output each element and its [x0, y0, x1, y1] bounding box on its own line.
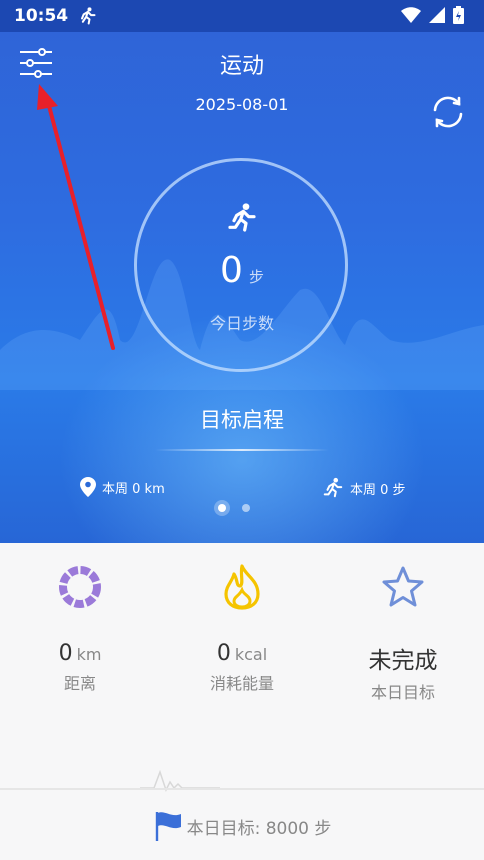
today-steps-unit: 步	[248, 268, 264, 286]
weekly-steps-label: 本周 0 步	[350, 482, 406, 498]
calories-label: 消耗能量	[209, 674, 274, 693]
daily-goal-label: 本日目标	[370, 683, 435, 702]
page-dot-1[interactable]	[214, 500, 230, 516]
flame-icon	[224, 564, 260, 610]
signal-icon	[429, 7, 445, 23]
distance-label: 距离	[63, 674, 96, 693]
goal-start-underline	[155, 449, 329, 451]
footer-goal-text: 本日目标: 8000 步	[186, 818, 332, 839]
stat-calories: 0 kcal 消耗能量	[162, 563, 322, 694]
runner-small-icon	[323, 477, 343, 498]
today-steps-value: 0	[220, 250, 243, 291]
page-dot-2[interactable]	[242, 504, 250, 512]
sync-icon	[433, 96, 463, 128]
weekly-steps: 本周 0 步	[322, 477, 406, 499]
daily-goal-value: 未完成	[368, 648, 438, 674]
footer-daily-goal[interactable]: 本日目标: 8000 步	[0, 810, 484, 842]
calories-value: 0	[216, 641, 231, 666]
footer-divider	[0, 788, 484, 790]
location-pin-icon	[80, 477, 96, 497]
page-indicator	[214, 500, 250, 516]
stats-section: 0 km 距离 0 kcal 消耗能量 未完成 本日目标	[0, 543, 484, 783]
status-runner-icon	[81, 7, 96, 25]
stat-daily-goal: 未完成 本日目标	[323, 563, 483, 703]
status-time: 10:54	[14, 6, 69, 26]
stat-distance: 0 km 距离	[0, 563, 160, 694]
weekly-distance: 本周 0 km	[80, 477, 165, 497]
star-icon	[382, 566, 424, 607]
today-steps-label: 今日步数	[209, 314, 274, 333]
calories-unit: kcal	[234, 645, 268, 664]
wifi-icon	[401, 7, 421, 23]
page-title: 运动	[219, 54, 264, 79]
sync-button[interactable]	[428, 94, 468, 130]
battery-icon	[453, 6, 464, 24]
ring-icon	[59, 566, 101, 608]
status-indicators	[401, 6, 464, 24]
distance-unit: km	[76, 645, 102, 664]
today-steps: 0步	[0, 250, 484, 291]
hero-panel: 10:54 运动 2025-08-01 0步 今日步数 目标启程 本周 0 km…	[0, 0, 484, 543]
flag-icon	[155, 812, 181, 841]
goal-start-button[interactable]: 目标启程	[0, 404, 484, 434]
weekly-distance-label: 本周 0 km	[102, 481, 165, 497]
status-bar: 10:54	[0, 0, 484, 32]
date-label[interactable]: 2025-08-01	[0, 95, 484, 114]
distance-value: 0	[58, 641, 73, 666]
runner-icon	[228, 203, 256, 232]
